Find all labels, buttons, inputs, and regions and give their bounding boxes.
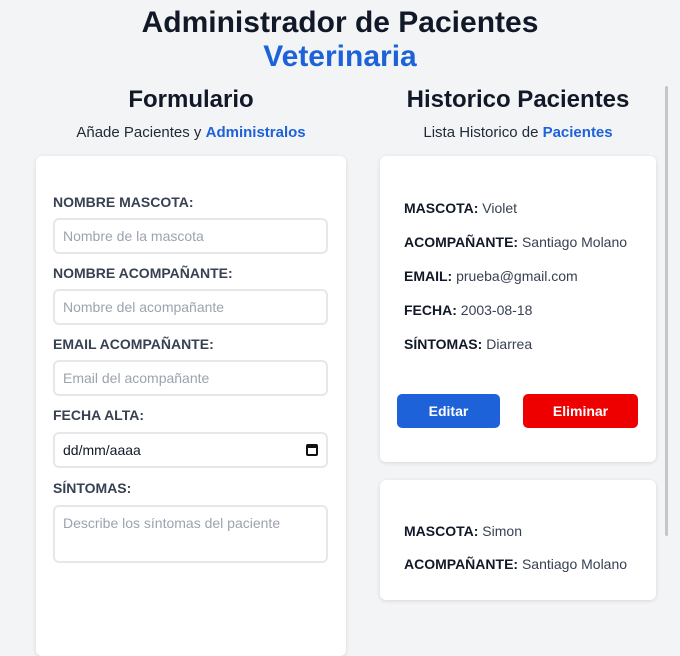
history-heading: Historico Pacientes xyxy=(406,86,630,113)
patient-acompanante: Acompañante: Santiago Molano xyxy=(404,234,628,250)
patient-form: Nombre Mascota: Nombre Acompañante: Emai… xyxy=(36,156,346,656)
patient-sintomas: Síntomas: Diarrea xyxy=(404,336,533,352)
patient-card: Mascota: Simon Acompañante: Santiago Mol… xyxy=(380,480,656,600)
history-subtitle-prefix: Lista Historico de xyxy=(423,124,543,141)
scrollbar[interactable] xyxy=(665,86,668,536)
calendar-icon[interactable] xyxy=(306,444,318,456)
patient-card: Mascota: Violet Acompañante: Santiago Mo… xyxy=(380,156,656,462)
form-subtitle-accent: Administralos xyxy=(205,124,306,141)
email-label: Email Acompañante: xyxy=(53,336,214,352)
patient-mascota: Mascota: Violet xyxy=(404,200,518,216)
form-subtitle-prefix: Añade Pacientes y xyxy=(76,124,206,141)
history-subtitle-accent: Pacientes xyxy=(542,124,613,141)
acompanante-label: Nombre Acompañante: xyxy=(53,265,233,281)
fecha-label: Fecha Alta: xyxy=(53,407,144,423)
mascota-input[interactable] xyxy=(53,218,328,254)
fecha-date-input[interactable]: dd/mm/aaaa xyxy=(53,432,328,468)
form-heading: Formulario xyxy=(128,86,254,113)
sintomas-label: Síntomas: xyxy=(53,480,132,496)
history-subtitle: Lista Historico de Pacientes xyxy=(380,124,656,141)
app-title-main: Administrador de Pacientes xyxy=(141,6,539,39)
acompanante-input[interactable] xyxy=(53,289,328,325)
sintomas-textarea[interactable] xyxy=(53,505,328,563)
app-title-accent: Veterinaria xyxy=(263,40,417,73)
history-column: Historico Pacientes Lista Historico de P… xyxy=(380,86,656,600)
patient-mascota: Mascota: Simon xyxy=(404,523,522,539)
email-input[interactable] xyxy=(53,360,328,396)
edit-button[interactable]: Editar xyxy=(397,394,500,428)
patient-email: Email: prueba@gmail.com xyxy=(404,268,578,284)
app-title: Administrador de Pacientes Veterinaria xyxy=(0,0,680,74)
patient-acompanante: Acompañante: Santiago Molano xyxy=(404,556,628,572)
form-subtitle: Añade Pacientes y Administralos xyxy=(36,124,346,141)
form-column: Formulario Añade Pacientes y Administral… xyxy=(36,86,346,656)
mascota-label: Nombre Mascota: xyxy=(53,194,194,210)
fecha-date-value: dd/mm/aaaa xyxy=(63,442,141,458)
delete-button[interactable]: Eliminar xyxy=(523,394,638,428)
patient-fecha: Fecha: 2003-08-18 xyxy=(404,302,533,318)
